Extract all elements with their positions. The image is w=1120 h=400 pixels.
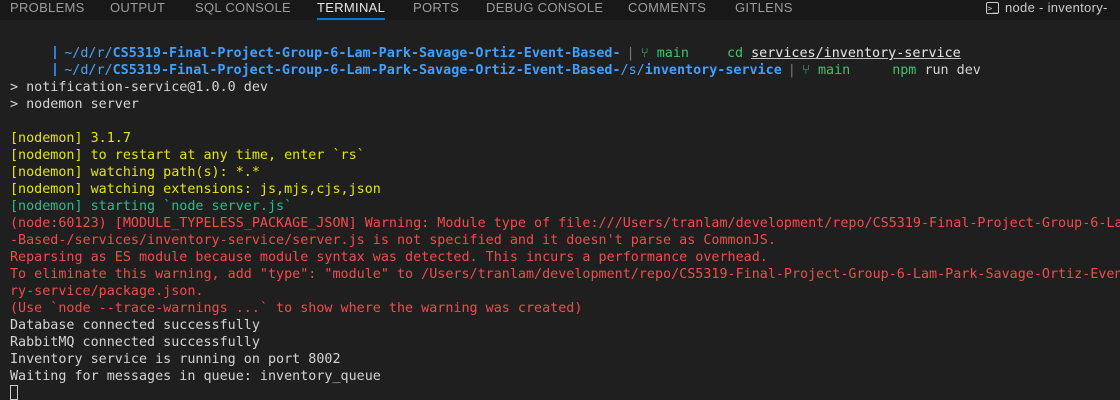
prompt-separator: |	[787, 63, 796, 78]
nodemon-line: [nodemon] 3.1.7	[10, 131, 131, 146]
terminal-icon: >_	[986, 2, 999, 14]
output-line: Database connected successfully	[10, 318, 260, 333]
tab-comments[interactable]: COMMENTS	[628, 0, 706, 20]
warning-line: To eliminate this warning, add "type": "…	[10, 267, 1120, 282]
output-line: > nodemon server	[10, 97, 139, 112]
warning-line: -Based-/services/inventory-service/serve…	[10, 233, 776, 248]
nodemon-line: [nodemon] starting `node server.js`	[10, 199, 293, 214]
tab-output[interactable]: OUTPUT	[110, 0, 165, 20]
tab-terminal[interactable]: TERMINAL	[317, 0, 386, 20]
tab-problems[interactable]: PROBLEMS	[10, 0, 85, 20]
tab-ports[interactable]: PORTS	[413, 0, 459, 20]
terminal-instance-tab[interactable]: >_ node - inventory-	[986, 0, 1108, 20]
terminal-instance-label: node - inventory-	[1005, 0, 1108, 15]
nodemon-line: [nodemon] to restart at any time, enter …	[10, 148, 365, 163]
tab-sql-console[interactable]: SQL CONSOLE	[195, 0, 291, 20]
output-line: RabbitMQ connected successfully	[10, 335, 260, 350]
git-branch: ⑂ main	[801, 63, 851, 78]
tab-debug-console[interactable]: DEBUG CONSOLE	[486, 0, 603, 20]
output-line: Inventory service is running on port 800…	[10, 352, 341, 367]
tab-gitlens[interactable]: GITLENS	[735, 0, 793, 20]
output-line: > notification-service@1.0.0 dev	[10, 80, 268, 95]
terminal-cursor	[10, 385, 18, 400]
warning-line: Reparsing as ES module because module sy…	[10, 250, 768, 265]
prompt-line: ~/d/r/CS5319-Final-Project-Group-6-Lam-P…	[10, 28, 961, 61]
warning-line: (node:60123) [MODULE_TYPELESS_PACKAGE_JS…	[10, 216, 1120, 231]
prompt-marker	[54, 63, 57, 76]
output-line: Waiting for messages in queue: inventory…	[10, 369, 381, 384]
command-argument: run dev	[924, 63, 981, 78]
prompt-path: ~/d/r/CS5319-Final-Project-Group-6-Lam-P…	[64, 63, 782, 78]
terminal-output[interactable]: ~/d/r/CS5319-Final-Project-Group-6-Lam-P…	[0, 20, 1120, 400]
panel-tab-bar: PROBLEMS OUTPUT SQL CONSOLE TERMINAL POR…	[0, 0, 1120, 20]
prompt-line: ~/d/r/CS5319-Final-Project-Group-6-Lam-P…	[10, 45, 981, 78]
nodemon-line: [nodemon] watching extensions: js,mjs,cj…	[10, 182, 381, 197]
warning-line: ry-service/package.json.	[10, 284, 204, 299]
command: npm	[892, 63, 917, 78]
warning-line: (Use `node --trace-warnings ...` to show…	[10, 301, 583, 316]
nodemon-line: [nodemon] watching path(s): *.*	[10, 165, 260, 180]
